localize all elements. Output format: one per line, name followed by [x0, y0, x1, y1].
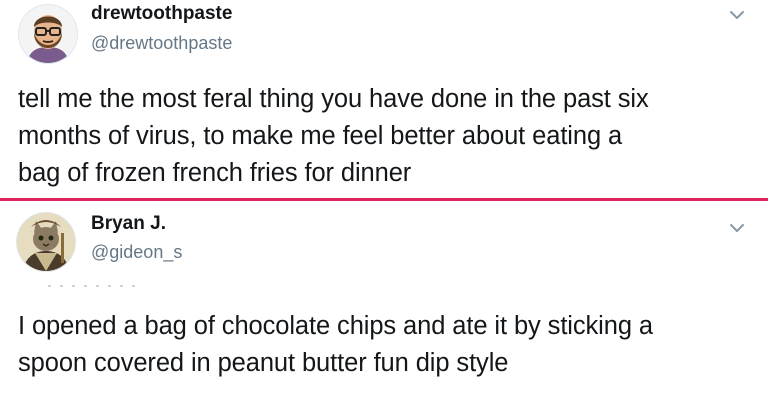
chevron-down-icon — [730, 224, 744, 232]
tweet-reply: Bryan J. @gideon_s I opened a bag of cho… — [0, 203, 768, 402]
tweet-menu-button[interactable] — [726, 4, 748, 26]
separator-dots — [48, 285, 138, 287]
tweet-original: drewtoothpaste @drewtoothpaste tell me t… — [0, 0, 768, 200]
user-handle[interactable]: @drewtoothpaste — [91, 32, 232, 54]
user-handle[interactable]: @gideon_s — [91, 241, 182, 263]
chevron-down-icon — [730, 11, 744, 19]
display-name[interactable]: drewtoothpaste — [91, 3, 232, 25]
avatar[interactable] — [18, 4, 78, 64]
tweet-divider — [0, 198, 768, 201]
avatar[interactable] — [16, 212, 76, 272]
tweet-menu-button[interactable] — [726, 217, 748, 239]
tweet-text: I opened a bag of chocolate chips and at… — [18, 312, 653, 377]
bearded-man-with-glasses-avatar-icon — [19, 5, 77, 63]
display-name[interactable]: Bryan J. — [91, 213, 166, 235]
cat-in-costume-avatar-icon — [17, 213, 75, 271]
tweet-text: tell me the most feral thing you have do… — [18, 85, 649, 187]
